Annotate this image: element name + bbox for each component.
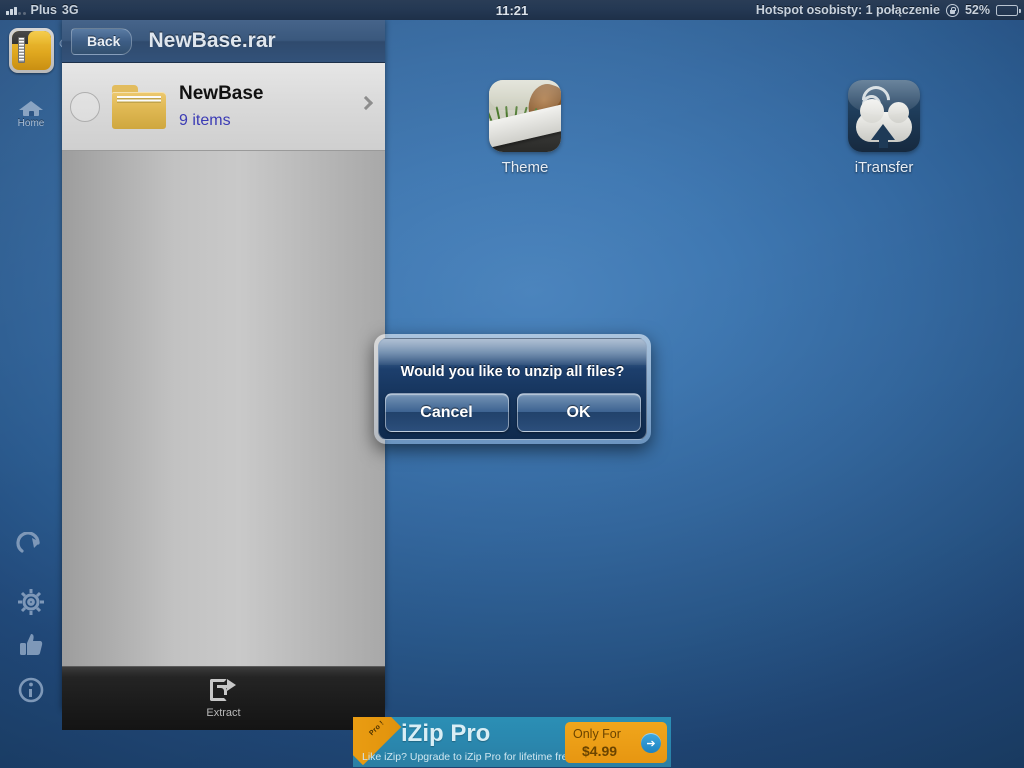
row-title: NewBase (179, 83, 264, 104)
izip-app-icon[interactable] (9, 28, 54, 73)
itransfer-app-icon (848, 80, 920, 152)
row-text: NewBase 9 items (179, 83, 264, 130)
status-bar-right: Hotspot osobisty: 1 połączenie 52% (755, 3, 1021, 17)
chevron-right-icon[interactable] (358, 95, 374, 110)
home-icon (19, 96, 43, 116)
alert-message: Would you like to unzip all files? (400, 364, 625, 380)
extract-button[interactable]: Extract (206, 678, 241, 719)
ad-cta-button[interactable]: Only For $4.99 ➔ (565, 722, 667, 763)
back-button-label: Back (87, 33, 121, 49)
left-rail: Home (0, 20, 62, 768)
back-button[interactable]: Back (71, 27, 133, 55)
file-list[interactable]: NewBase 9 items (62, 63, 385, 666)
sidebar-item-info[interactable] (0, 675, 62, 705)
thumbs-up-icon (20, 634, 43, 655)
ok-button[interactable]: OK (516, 393, 641, 432)
gear-icon (18, 589, 44, 615)
alert-dialog: Would you like to unzip all files? Cance… (374, 334, 651, 444)
ad-title: iZip Pro (401, 720, 491, 747)
sidebar-item-rate[interactable] (0, 630, 62, 660)
row-subtitle: 9 items (179, 112, 231, 129)
ad-cta-line2: $4.99 (582, 743, 618, 759)
info-icon (18, 677, 44, 703)
file-browser-panel: Back NewBase.rar NewBase 9 items Extract (62, 20, 385, 730)
ok-button-label: OK (566, 403, 591, 421)
battery-icon (996, 4, 1021, 16)
folder-icon (112, 84, 166, 129)
bottom-toolbar: Extract (62, 666, 385, 730)
sidebar-item-label: Home (17, 118, 45, 129)
hotspot-label: Hotspot osobisty: 1 połączenie (755, 3, 940, 17)
refresh-icon (16, 532, 40, 553)
alert-buttons: Cancel OK (384, 393, 641, 432)
app-label: iTransfer (854, 159, 914, 176)
app-label: Theme (501, 159, 549, 176)
ad-cta-line1: Only For (573, 727, 621, 741)
theme-app-icon (489, 80, 561, 152)
cancel-button[interactable]: Cancel (384, 393, 509, 432)
rotation-lock-icon (945, 3, 959, 17)
page-title: NewBase.rar (148, 29, 276, 52)
arrow-right-icon[interactable]: ➔ (641, 733, 661, 753)
sidebar-item-settings[interactable] (0, 587, 62, 617)
ad-banner[interactable]: Pro ! iZip Pro Like iZip? Upgrade to iZi… (353, 717, 671, 767)
navigation-bar: Back NewBase.rar (62, 20, 385, 63)
app-icon-itransfer[interactable]: iTransfer (836, 80, 932, 176)
export-icon (210, 678, 237, 704)
extract-button-label: Extract (206, 707, 241, 719)
cancel-button-label: Cancel (420, 403, 473, 421)
battery-percent-label: 52% (964, 3, 990, 17)
row-select-checkbox[interactable] (70, 91, 100, 122)
status-bar: Plus 3G 11:21 Hotspot osobisty: 1 połącz… (0, 0, 1024, 20)
sidebar-item-refresh[interactable] (0, 532, 62, 562)
app-icon-theme[interactable]: Theme (477, 80, 573, 176)
table-row[interactable]: NewBase 9 items (62, 63, 385, 151)
sidebar-item-home[interactable]: Home (0, 96, 62, 129)
ipad-screen: Plus 3G 11:21 Hotspot osobisty: 1 połącz… (0, 0, 1024, 768)
